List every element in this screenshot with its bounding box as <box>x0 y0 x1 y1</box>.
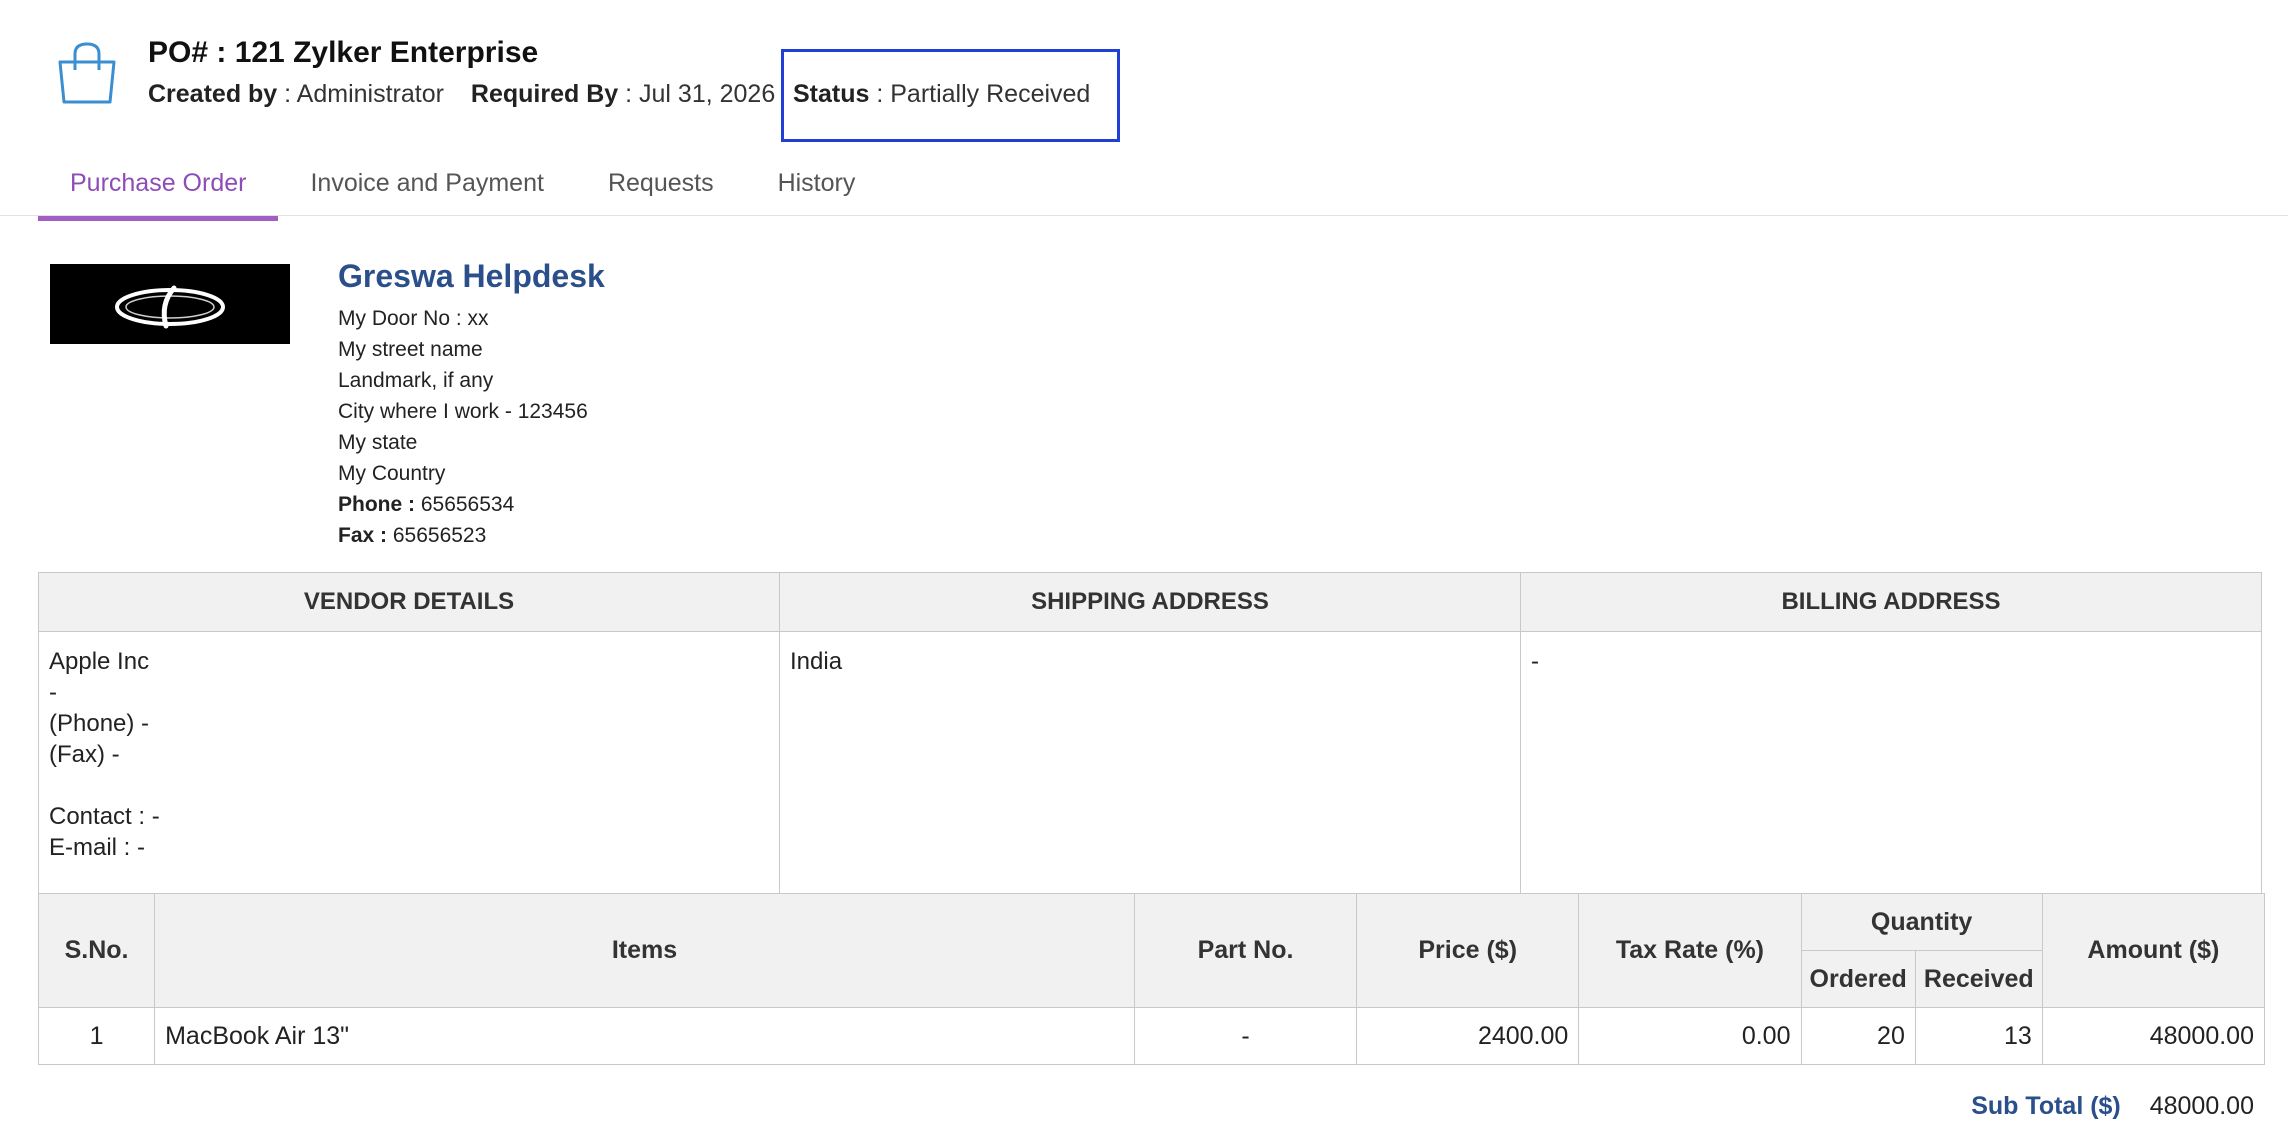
phone-label: Phone : <box>338 493 415 516</box>
status-value: : Partially Received <box>869 80 1091 108</box>
company-address-line: My Country <box>338 462 446 485</box>
row-received: 13 <box>1914 1007 2043 1065</box>
company-logo <box>50 264 290 344</box>
shipping-address: India <box>779 631 1521 899</box>
items-table: S.No. Items Part No. Price ($) Tax Rate … <box>37 893 2266 1065</box>
company-address-line: My street name <box>338 338 483 361</box>
address-table: VENDOR DETAILS SHIPPING ADDRESS BILLING … <box>38 572 2262 899</box>
col-items: Items <box>154 893 1135 1008</box>
vendor-line <box>49 770 769 801</box>
billing-address: - <box>1520 631 2262 899</box>
vendor-details-header: VENDOR DETAILS <box>38 572 780 632</box>
row-item: MacBook Air 13" <box>154 1007 1135 1065</box>
row-price: 2400.00 <box>1356 1007 1580 1065</box>
company-name: Greswa Helpdesk <box>338 258 605 294</box>
company-address-line: Landmark, if any <box>338 369 494 392</box>
po-title: PO# : 121 Zylker Enterprise <box>148 36 539 69</box>
phone-value: 65656534 <box>415 493 515 516</box>
fax-label: Fax : <box>338 524 388 547</box>
fax-value: 65656523 <box>387 524 487 547</box>
created-by: Created by : Administrator <box>148 80 444 108</box>
billing-address-header: BILLING ADDRESS <box>1520 572 2262 632</box>
po-meta: Created by : Administrator Required By :… <box>148 80 795 109</box>
row-tax-rate: 0.00 <box>1578 1007 1802 1065</box>
vendor-line: - <box>49 679 57 706</box>
subtotal-label: Sub Total ($) <box>1971 1092 2121 1120</box>
col-part-no: Part No. <box>1133 893 1358 1008</box>
row-ordered: 20 <box>1800 1007 1916 1065</box>
vendor-line: Apple Inc <box>49 648 150 675</box>
created-by-value: : Administrator <box>277 80 444 108</box>
col-sno: S.No. <box>37 893 156 1008</box>
subtotal: Sub Total ($) 48000.00 <box>1971 1092 2254 1121</box>
company-address-line: My state <box>338 431 418 454</box>
vendor-line: (Fax) - <box>49 741 120 768</box>
row-sno: 1 <box>37 1007 156 1065</box>
required-by-label: Required By <box>470 80 619 108</box>
vendor-line: Contact : - <box>49 803 160 830</box>
tab-requests[interactable]: Requests <box>576 160 746 216</box>
vendor-details: Apple Inc - (Phone) - (Fax) - Contact : … <box>38 631 780 899</box>
tab-purchase-order[interactable]: Purchase Order <box>38 160 279 221</box>
company-phone: Phone : 65656534 <box>338 489 605 520</box>
col-ordered: Ordered <box>1800 950 1916 1008</box>
vendor-line: E-mail : - <box>49 834 145 861</box>
tab-divider <box>0 215 2288 216</box>
company-fax: Fax : 65656523 <box>338 520 605 551</box>
row-amount: 48000.00 <box>2041 1007 2266 1065</box>
status-label: Status <box>793 80 870 108</box>
table-row: 1 MacBook Air 13" - 2400.00 0.00 20 13 4… <box>37 1007 2266 1065</box>
row-part-no: - <box>1133 1007 1358 1065</box>
required-by-value: : Jul 31, 2026 <box>618 80 776 108</box>
col-quantity: Quantity <box>1800 893 2043 951</box>
col-price: Price ($) <box>1356 893 1580 1008</box>
tab-bar: Purchase Order Invoice and Payment Reque… <box>38 160 888 221</box>
po-header: PO# : 121 Zylker Enterprise Created by :… <box>0 0 2288 221</box>
subtotal-value: 48000.00 <box>2149 1092 2254 1120</box>
required-by: Required By : Jul 31, 2026 <box>471 80 775 108</box>
company-info: Greswa Helpdesk My Door No : xx My stree… <box>338 258 605 551</box>
shipping-address-header: SHIPPING ADDRESS <box>779 572 1521 632</box>
shopping-bag-icon <box>54 40 120 106</box>
vendor-line: (Phone) - <box>49 710 150 737</box>
status: Status : Partially Received <box>793 80 1090 109</box>
tab-history[interactable]: History <box>746 160 888 216</box>
company-address-line: City where I work - 123456 <box>338 400 588 423</box>
col-amount: Amount ($) <box>2041 893 2266 1008</box>
company-address-line: My Door No : xx <box>338 307 489 330</box>
tab-invoice-and-payment[interactable]: Invoice and Payment <box>278 160 575 216</box>
created-by-label: Created by <box>148 80 278 108</box>
col-received: Received <box>1914 950 2043 1008</box>
col-tax-rate: Tax Rate (%) <box>1578 893 1802 1008</box>
